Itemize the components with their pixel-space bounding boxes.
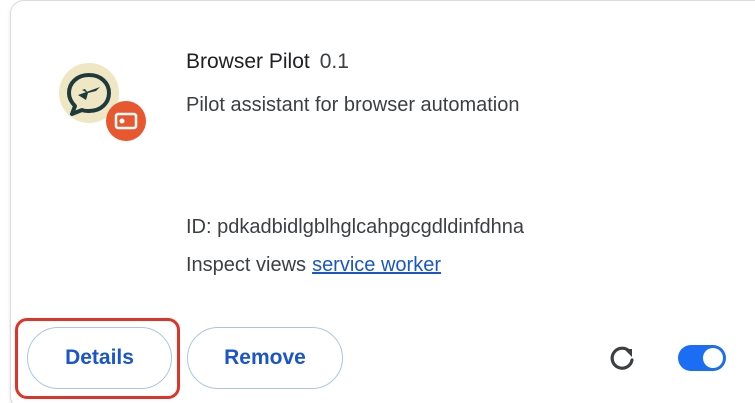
- details-button[interactable]: Details: [27, 327, 172, 389]
- extension-id: ID: pdkadbidlgblhglcahpgcgdldinfdhna: [186, 216, 525, 238]
- extension-title: Browser Pilot 0.1: [186, 50, 349, 74]
- toggle-knob: [703, 348, 723, 368]
- service-worker-link[interactable]: service worker: [312, 254, 441, 276]
- reload-icon[interactable]: [604, 340, 640, 376]
- unpacked-extension-badge-icon: [105, 100, 147, 142]
- enable-toggle[interactable]: [678, 345, 726, 371]
- remove-button[interactable]: Remove: [187, 327, 343, 389]
- inspect-views-label: Inspect views: [186, 254, 307, 276]
- extension-version: 0.1: [319, 50, 349, 73]
- extension-name: Browser Pilot: [186, 50, 310, 73]
- inspect-views: Inspect views service worker: [186, 254, 441, 277]
- extension-description: Pilot assistant for browser automation: [186, 94, 520, 116]
- extensions-page: Browser Pilot 0.1 Pilot assistant for bro…: [0, 0, 755, 403]
